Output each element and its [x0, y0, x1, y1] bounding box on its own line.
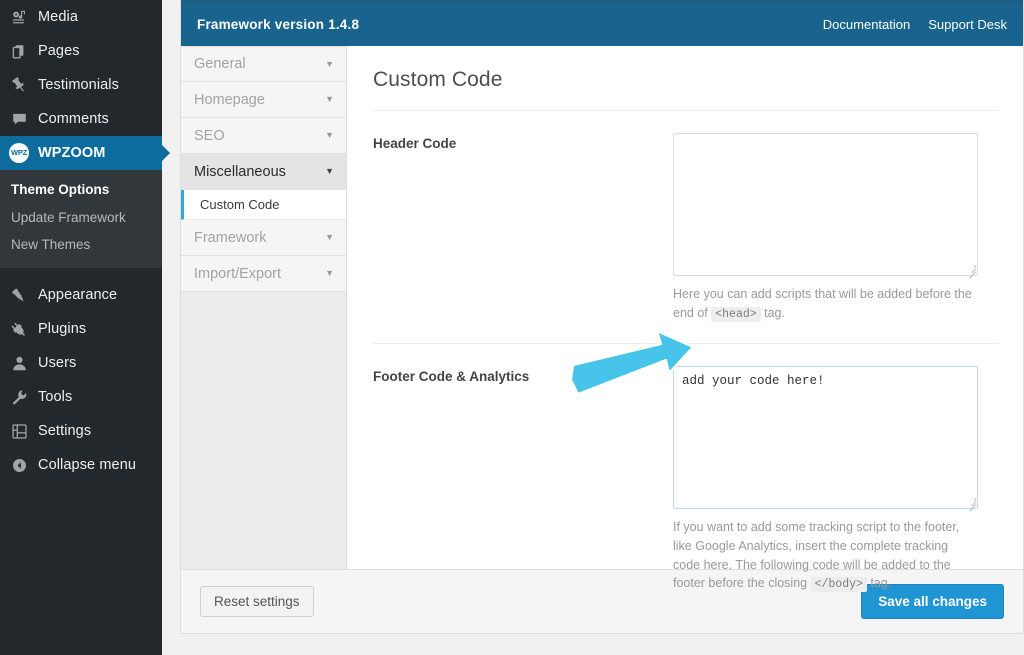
sidebar-item-media[interactable]: Media: [0, 0, 162, 34]
field-header-code: Header Code Here you can add scripts tha…: [373, 111, 999, 344]
tab-label: Framework: [194, 229, 267, 246]
menu-divider: [0, 268, 162, 279]
field-label: Footer Code & Analytics: [373, 369, 530, 384]
comment-icon: [9, 109, 29, 129]
header-code-help: Here you can add scripts that will be ad…: [673, 285, 978, 323]
wpzoom-submenu: Theme Options Update Framework New Theme…: [0, 170, 162, 268]
sidebar-item-label: Plugins: [38, 321, 87, 338]
sidebar-item-settings[interactable]: Settings: [0, 415, 162, 449]
collapse-arrow-icon: [9, 456, 29, 476]
framework-topbar: Framework version 1.4.8 Documentation Su…: [181, 0, 1023, 46]
user-icon: [9, 354, 29, 374]
sidebar-item-plugins[interactable]: Plugins: [0, 313, 162, 347]
footer-code-help: If you want to add some tracking script …: [673, 518, 978, 594]
app-screen: Media Pages Testimonials Comments WPZ WP…: [0, 0, 1024, 655]
subtab-label: Custom Code: [200, 197, 280, 212]
chevron-down-icon: ▼: [325, 130, 334, 140]
paintbrush-icon: [9, 286, 29, 306]
sidebar-item-wpzoom[interactable]: WPZ WPZOOM: [0, 136, 162, 170]
help-code-token: </body>: [810, 577, 867, 593]
tab-label: Import/Export: [194, 265, 282, 282]
media-icon: [9, 7, 29, 27]
tab-homepage[interactable]: Homepage ▼: [181, 82, 346, 118]
tab-label: Miscellaneous: [194, 163, 286, 180]
options-content: Custom Code Header Code Here you can add…: [347, 46, 1023, 593]
plug-icon: [9, 320, 29, 340]
sidebar-item-label: Pages: [38, 42, 80, 59]
pin-icon: [9, 75, 29, 95]
sidebar-item-label: Comments: [38, 110, 109, 127]
sidebar-item-label: Testimonials: [38, 76, 119, 93]
header-code-input[interactable]: [673, 133, 978, 276]
tab-seo[interactable]: SEO ▼: [181, 118, 346, 154]
sidebar-item-label: Tools: [38, 389, 73, 406]
tab-label: Homepage: [194, 91, 265, 108]
footer-code-textarea-wrap: [673, 366, 978, 512]
pages-icon: [9, 41, 29, 61]
field-label: Header Code: [373, 136, 457, 151]
tab-framework[interactable]: Framework ▼: [181, 220, 346, 256]
sidebar-item-label: Media: [38, 8, 78, 25]
wrench-icon: [9, 388, 29, 408]
submenu-item-label: Theme Options: [11, 182, 110, 197]
submenu-item-new-themes[interactable]: New Themes: [0, 231, 162, 259]
panel-body: General ▼ Homepage ▼ SEO ▼ Miscellaneous…: [181, 46, 1023, 593]
sidebar-item-pages[interactable]: Pages: [0, 34, 162, 68]
submenu-item-label: Update Framework: [11, 209, 126, 225]
chevron-down-icon: ▼: [325, 58, 334, 69]
tab-label: SEO: [194, 127, 225, 144]
wpzoom-logo-icon: WPZ: [9, 143, 29, 163]
framework-version-label: Framework version 1.4.8: [197, 17, 360, 32]
chevron-down-icon: ▼: [325, 166, 334, 176]
topbar-links: Documentation Support Desk: [823, 17, 1007, 32]
sidebar-item-label: Appearance: [38, 287, 118, 304]
options-tab-list: General ▼ Homepage ▼ SEO ▼ Miscellaneous…: [181, 46, 347, 569]
chevron-down-icon: ▼: [325, 94, 334, 104]
field-control: If you want to add some tracking script …: [673, 366, 999, 594]
sidebar-item-tools[interactable]: Tools: [0, 381, 162, 415]
reset-settings-button[interactable]: Reset settings: [200, 586, 314, 617]
sidebar-item-label: Settings: [38, 423, 92, 440]
miscellaneous-subtabs: Custom Code: [181, 190, 346, 220]
sidebar-item-collapse-menu[interactable]: Collapse menu: [0, 449, 162, 483]
tab-import-export[interactable]: Import/Export ▼: [181, 256, 346, 292]
help-text-after: tag.: [760, 305, 785, 320]
submenu-item-theme-options[interactable]: Theme Options: [0, 176, 162, 204]
tab-miscellaneous[interactable]: Miscellaneous ▼: [181, 154, 346, 190]
submenu-item-update-framework[interactable]: Update Framework: [0, 204, 162, 232]
sidebar-item-label: Users: [38, 355, 77, 372]
chevron-down-icon: ▼: [325, 268, 334, 278]
chevron-down-icon: ▼: [325, 232, 334, 242]
documentation-link[interactable]: Documentation: [823, 17, 910, 32]
header-code-textarea-wrap: [673, 133, 978, 279]
field-control: Here you can add scripts that will be ad…: [673, 133, 999, 323]
wpzoom-logo-text: WPZ: [9, 143, 29, 163]
sidebar-item-testimonials[interactable]: Testimonials: [0, 68, 162, 102]
submenu-item-label: New Themes: [11, 237, 91, 253]
sidebar-item-appearance[interactable]: Appearance: [0, 279, 162, 313]
tab-label: General: [194, 56, 246, 72]
help-text-after: tag.: [866, 576, 892, 591]
page-title: Custom Code: [373, 68, 999, 111]
support-desk-link[interactable]: Support Desk: [928, 17, 1007, 32]
sidebar-item-label: Collapse menu: [38, 457, 137, 474]
sidebar-item-comments[interactable]: Comments: [0, 102, 162, 136]
help-code-token: <head>: [711, 306, 761, 322]
tab-general[interactable]: General ▼: [181, 46, 346, 82]
admin-sidebar: Media Pages Testimonials Comments WPZ WP…: [0, 0, 162, 655]
sidebar-item-label: WPZOOM: [38, 144, 106, 161]
subtab-custom-code[interactable]: Custom Code: [181, 190, 346, 220]
field-footer-code: Footer Code & Analytics If you want to a…: [373, 344, 999, 614]
main-wrap: Framework version 1.4.8 Documentation Su…: [162, 0, 1024, 655]
sidebar-item-users[interactable]: Users: [0, 347, 162, 381]
footer-code-input[interactable]: [673, 366, 978, 509]
theme-options-panel: Framework version 1.4.8 Documentation Su…: [180, 0, 1024, 634]
sliders-icon: [9, 422, 29, 442]
